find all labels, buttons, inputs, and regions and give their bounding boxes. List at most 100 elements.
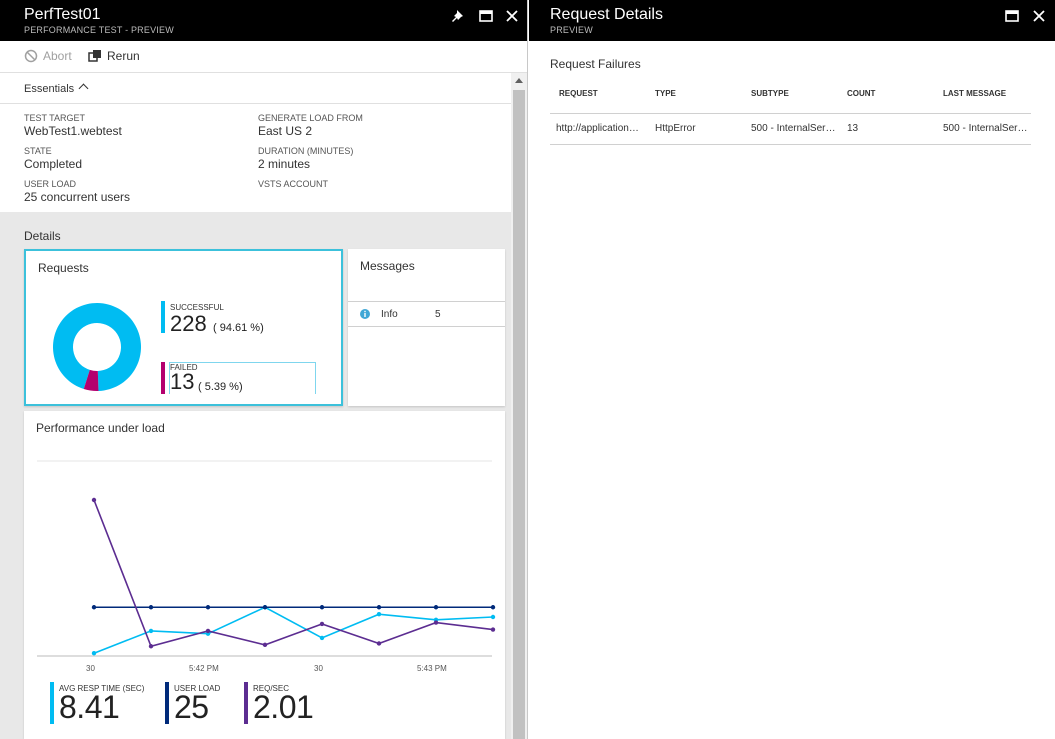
rerun-label: Rerun [107,49,140,63]
column-header-last-message[interactable]: LAST MESSAGE [943,89,1006,98]
resp-time-kpi-bar [50,682,54,724]
x-tick-label: 5:42 PM [189,664,219,673]
blade-header: PerfTest01 PERFORMANCE TEST - PREVIEW [0,0,527,41]
close-icon[interactable] [503,7,521,25]
messages-tile[interactable]: Messages Info 5 [348,249,505,406]
essentials-panel: TEST TARGET WebTest1.webtest STATE Compl… [0,104,511,212]
series-point [376,605,382,610]
performance-tile[interactable]: Performance under load 30 5:42 PM 30 5:4… [24,411,505,739]
series-point [262,642,268,648]
series-point [205,605,211,610]
perf-test-blade: PerfTest01 PERFORMANCE TEST - PREVIEW Ab… [0,0,528,739]
cell-last-message: 500 - InternalSer… [943,123,1028,134]
cell-count: 13 [847,123,859,134]
message-row[interactable]: Info 5 [348,301,505,327]
series-point [148,628,154,634]
series-point [490,605,496,610]
state-value: Completed [24,157,83,171]
failed-legend-bar [161,362,165,394]
user-load-kpi-value: 25 [174,689,209,725]
cell-subtype: 500 - InternalSer… [751,123,836,134]
column-header-subtype[interactable]: SUBTYPE [751,89,789,98]
cell-request: http://application… [556,123,639,134]
failed-count: 13 [170,369,195,394]
blade-title: PerfTest01 [24,6,101,23]
column-header-request[interactable]: REQUEST [559,89,598,98]
series-point [262,605,268,610]
series-line-2 [93,499,494,648]
series-point [490,627,496,632]
requests-donut [52,303,141,391]
vsts-account-key: VSTS ACCOUNT [258,179,329,189]
essentials-label: Essentials [24,83,75,95]
successful-legend-bar [161,301,165,333]
user-load-key: USER LOAD [24,179,77,189]
scroll-up-icon[interactable] [515,78,523,83]
series-point [148,605,154,610]
cell-type: HttpError [655,123,696,134]
series-line-0 [93,606,494,654]
test-target-key: TEST TARGET [24,113,86,123]
blade-content: Essentials TEST TARGET WebTest1.webtest … [0,73,511,739]
rerun-button[interactable]: Rerun [88,49,140,63]
load-from-value: East US 2 [258,124,313,138]
series-point [91,605,97,610]
series-point [319,605,325,610]
series-point [91,497,97,503]
table-row-divider [550,144,1031,145]
abort-icon [24,49,38,63]
essentials-toggle[interactable]: Essentials [0,73,511,104]
maximize-icon[interactable] [1003,7,1021,25]
series-point [319,621,325,627]
message-count: 5 [435,309,441,320]
series-point [148,644,154,649]
x-tick-label: 30 [314,664,323,673]
rerun-icon [88,50,101,62]
series-point [205,628,211,634]
blade-title: Request Details [550,6,663,23]
performance-title: Performance under load [36,421,165,435]
close-icon[interactable] [1030,7,1048,25]
column-header-type[interactable]: TYPE [655,89,676,98]
duration-key: DURATION (MINUTES) [258,146,354,156]
test-target-value: WebTest1.webtest [24,124,122,138]
req-sec-value: 2.01 [253,689,314,725]
series-point [376,641,382,646]
series-point [319,635,325,641]
requests-tile[interactable]: Requests SUCCESSFUL 228 ( 94.61 %) FAILE… [24,249,343,406]
vertical-scrollbar[interactable] [511,73,527,739]
column-header-count[interactable]: COUNT [847,89,875,98]
performance-line-chart [37,460,496,657]
series-point [376,612,382,617]
load-from-key: GENERATE LOAD FROM [258,113,363,123]
series-point [490,614,496,620]
info-icon [360,309,370,319]
request-failures-title: Request Failures [550,57,641,71]
messages-title: Messages [360,259,415,273]
chevron-up-icon [78,83,89,94]
x-tick-label: 5:43 PM [417,664,447,673]
duration-value: 2 minutes [258,157,311,171]
abort-button[interactable]: Abort [24,49,72,63]
series-point [91,651,97,656]
details-section: Details Requests SUCCESSFUL 228 ( 94.61 … [0,212,511,739]
user-load-kpi-bar [165,682,169,724]
blade-subtitle: PERFORMANCE TEST - PREVIEW [24,25,174,35]
blade-header: Request Details PREVIEW [529,0,1055,41]
series-point [433,605,439,610]
successful-count: 228 [170,311,207,336]
req-sec-kpi-bar [244,682,248,724]
x-tick-label: 30 [86,664,95,673]
series-point [433,620,439,625]
request-details-blade: Request Details PREVIEW Request Failures… [529,0,1055,739]
requests-title: Requests [38,261,89,275]
pin-icon[interactable] [450,7,468,25]
failed-pct: ( 5.39 %) [198,381,243,393]
details-label: Details [24,229,61,243]
scrollbar-thumb[interactable] [513,90,525,739]
maximize-icon[interactable] [477,7,495,25]
state-key: STATE [24,146,52,156]
abort-label: Abort [43,49,72,63]
blade-subtitle: PREVIEW [550,25,593,35]
resp-time-value: 8.41 [59,689,120,725]
